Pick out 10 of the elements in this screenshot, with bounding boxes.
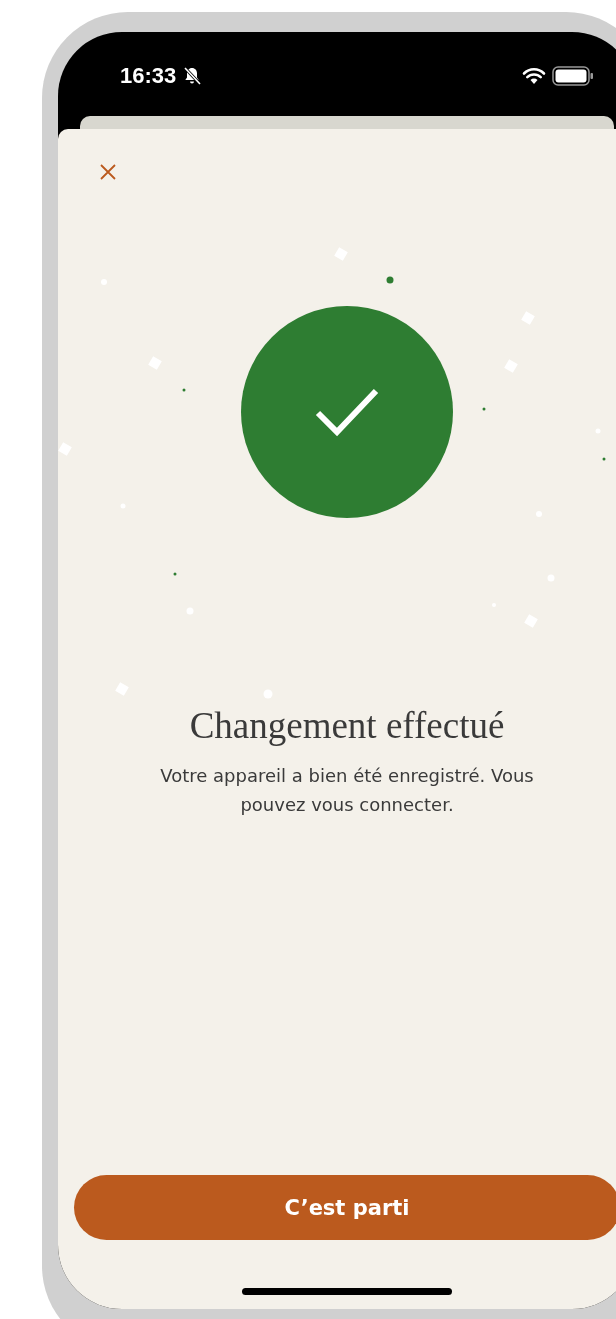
success-message: Votre appareil a bien été enregistré. Vous pouvez vous connecter. [159, 764, 535, 817]
muted-bell-icon [182, 66, 203, 86]
close-button[interactable] [100, 164, 116, 180]
success-title: Changement effectué [189, 704, 505, 747]
battery-icon [552, 66, 594, 86]
checkmark-icon [315, 387, 379, 437]
continue-button[interactable]: C’est parti [74, 1175, 616, 1240]
status-time: 16:33 [120, 63, 177, 89]
wifi-icon [522, 67, 546, 85]
close-icon [100, 164, 116, 180]
